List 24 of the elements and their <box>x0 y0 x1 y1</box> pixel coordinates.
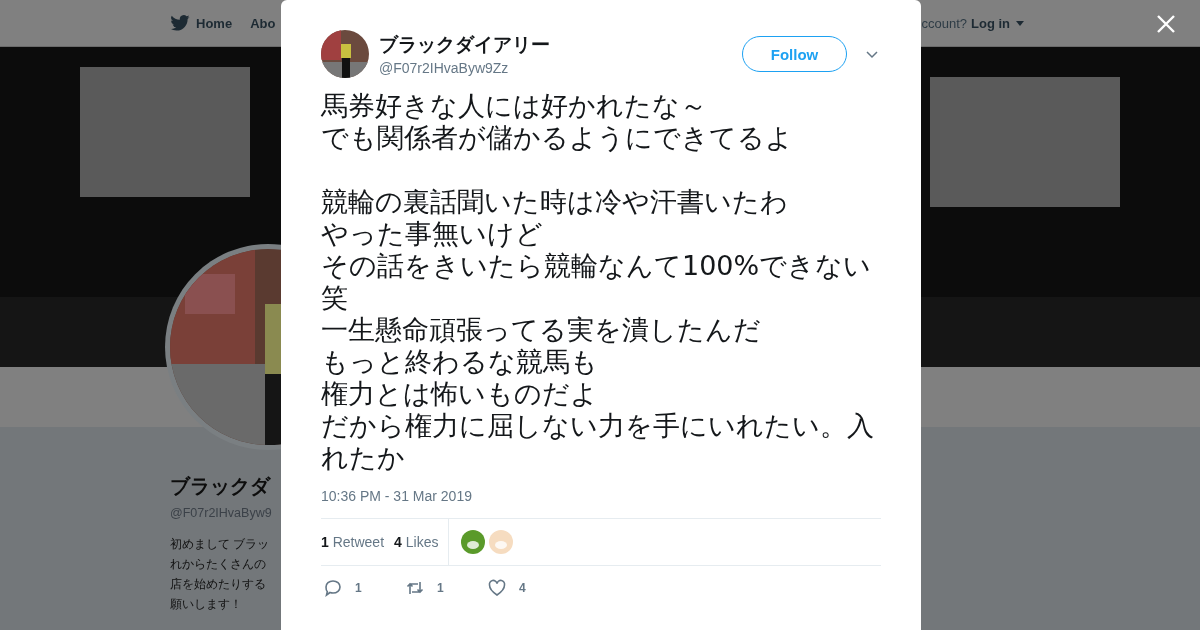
stat-link[interactable]: 1 Retweet <box>321 534 385 550</box>
tweet-text-line: だから権力に屈しない力を手にいれたい。入れたか <box>321 410 875 474</box>
stat-link[interactable]: 4 Likes <box>394 534 439 550</box>
about-link[interactable]: Abo <box>250 15 276 31</box>
bio-text: 店を始めたりする <box>170 576 267 593</box>
liker-avatar[interactable] <box>461 530 486 554</box>
profile-name: ブラックダ <box>170 474 270 499</box>
like-button[interactable]: 4 <box>485 578 567 598</box>
bio-text: 願いします！ <box>170 596 243 613</box>
bird-icon <box>170 15 190 31</box>
reply-button[interactable]: 1 <box>321 578 403 598</box>
bio-text: 初めまして ブラッ <box>170 536 270 553</box>
retweet-button[interactable]: 1 <box>403 578 485 598</box>
bio-text: れからたくさんの <box>170 556 267 573</box>
caret-icon <box>1016 20 1024 26</box>
heart-icon <box>487 578 507 598</box>
account-prompt: ccount? <box>921 15 967 31</box>
home-link[interactable]: Home <box>170 15 233 31</box>
login-link[interactable]: Log in <box>971 15 1024 31</box>
profile-handle: @F07r2IHvaByw9 <box>170 506 272 520</box>
tweet-text-line: 権力とは怖いものだよ <box>321 378 598 410</box>
tweet-time: 10:36 PM - 31 Mar 2019 <box>321 488 473 504</box>
close-icon[interactable] <box>1156 14 1176 34</box>
reply-icon <box>323 578 343 598</box>
